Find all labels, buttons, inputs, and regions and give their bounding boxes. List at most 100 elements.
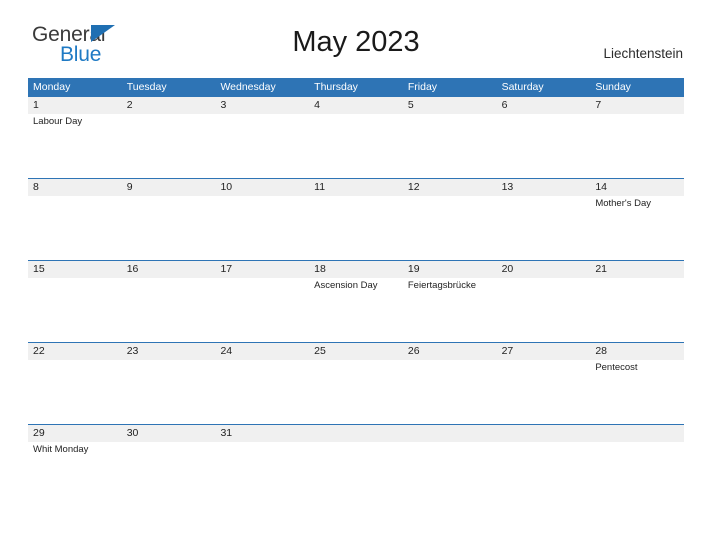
day-cell-empty — [403, 442, 497, 506]
day-cell[interactable]: Labour Day — [28, 114, 122, 178]
day-cell[interactable] — [28, 278, 122, 342]
date-number[interactable]: 18 — [309, 261, 403, 278]
date-number[interactable]: 10 — [215, 179, 309, 196]
weekday-header-saturday: Saturday — [501, 81, 544, 93]
day-cell[interactable] — [122, 114, 216, 178]
week-row: 1 2 3 4 5 6 7 Labour Day — [28, 96, 684, 178]
day-cell[interactable] — [403, 114, 497, 178]
day-cell-empty — [590, 442, 684, 506]
date-number[interactable]: 17 — [215, 261, 309, 278]
day-cell[interactable] — [403, 196, 497, 260]
day-cell[interactable]: Ascension Day — [309, 278, 403, 342]
date-number[interactable]: 22 — [28, 343, 122, 360]
date-number[interactable]: 16 — [122, 261, 216, 278]
date-number[interactable]: 6 — [497, 97, 591, 114]
day-cell[interactable] — [215, 442, 309, 506]
weekday-header-wednesday: Wednesday — [220, 81, 276, 93]
day-cell[interactable]: Pentecost — [590, 360, 684, 424]
date-number-empty — [309, 425, 403, 442]
date-number[interactable]: 15 — [28, 261, 122, 278]
week-row: 15 16 17 18 19 20 21 Ascension Day Feier… — [28, 260, 684, 342]
week-dates-band: 1 2 3 4 5 6 7 — [28, 97, 684, 114]
day-cell[interactable] — [497, 278, 591, 342]
date-number[interactable]: 3 — [215, 97, 309, 114]
event-label: Feiertagsbrücke — [407, 280, 476, 291]
day-cell[interactable] — [215, 196, 309, 260]
day-cell-empty — [497, 442, 591, 506]
week-row: 8 9 10 11 12 13 14 Mother's Day — [28, 178, 684, 260]
week-dates-band: 22 23 24 25 26 27 28 — [28, 343, 684, 360]
event-label: Labour Day — [33, 116, 83, 127]
date-number[interactable]: 28 — [590, 343, 684, 360]
date-number[interactable]: 20 — [497, 261, 591, 278]
weekday-header-row: Monday Tuesday Wednesday Thursday Friday… — [28, 78, 684, 96]
day-cell[interactable] — [122, 278, 216, 342]
day-cell[interactable] — [28, 196, 122, 260]
day-cell[interactable]: Mother's Day — [590, 196, 684, 260]
day-cell[interactable] — [497, 360, 591, 424]
day-cell-empty — [309, 442, 403, 506]
date-number[interactable]: 13 — [497, 179, 591, 196]
date-number[interactable]: 25 — [309, 343, 403, 360]
day-cell[interactable]: Whit Monday — [28, 442, 122, 506]
weekday-header-thursday: Thursday — [314, 81, 358, 93]
date-number[interactable]: 9 — [122, 179, 216, 196]
date-number[interactable]: 27 — [497, 343, 591, 360]
day-cell[interactable] — [590, 114, 684, 178]
week-dates-band: 15 16 17 18 19 20 21 — [28, 261, 684, 278]
date-number[interactable]: 26 — [403, 343, 497, 360]
date-number[interactable]: 30 — [122, 425, 216, 442]
date-number[interactable]: 1 — [28, 97, 122, 114]
date-number-empty — [403, 425, 497, 442]
week-row: 22 23 24 25 26 27 28 Pentecost — [28, 342, 684, 424]
event-label: Pentecost — [595, 362, 638, 373]
weekday-header-friday: Friday — [407, 81, 438, 93]
weekday-header-sunday: Sunday — [595, 81, 631, 93]
date-number[interactable]: 12 — [403, 179, 497, 196]
week-events-band: Ascension Day Feiertagsbrücke — [28, 278, 684, 342]
date-number[interactable]: 14 — [590, 179, 684, 196]
weekday-header-monday: Monday — [33, 81, 71, 93]
day-cell[interactable] — [122, 442, 216, 506]
weekday-header-tuesday: Tuesday — [126, 81, 167, 93]
day-cell[interactable] — [309, 360, 403, 424]
week-events-band: Mother's Day — [28, 196, 684, 260]
date-number[interactable]: 2 — [122, 97, 216, 114]
calendar-grid: Monday Tuesday Wednesday Thursday Friday… — [28, 78, 684, 506]
day-cell[interactable] — [403, 360, 497, 424]
day-cell[interactable] — [122, 196, 216, 260]
date-number[interactable]: 7 — [590, 97, 684, 114]
date-number[interactable]: 23 — [122, 343, 216, 360]
week-events-band: Pentecost — [28, 360, 684, 424]
date-number[interactable]: 31 — [215, 425, 309, 442]
week-events-band: Whit Monday — [28, 442, 684, 506]
week-dates-band: 29 30 31 — [28, 425, 684, 442]
event-label: Whit Monday — [33, 444, 89, 455]
date-number-empty — [497, 425, 591, 442]
date-number[interactable]: 4 — [309, 97, 403, 114]
date-number[interactable]: 5 — [403, 97, 497, 114]
day-cell[interactable] — [309, 114, 403, 178]
day-cell[interactable] — [497, 114, 591, 178]
week-events-band: Labour Day — [28, 114, 684, 178]
day-cell[interactable] — [497, 196, 591, 260]
day-cell[interactable] — [28, 360, 122, 424]
day-cell[interactable] — [215, 360, 309, 424]
day-cell[interactable] — [122, 360, 216, 424]
day-cell[interactable] — [309, 196, 403, 260]
date-number[interactable]: 24 — [215, 343, 309, 360]
date-number[interactable]: 29 — [28, 425, 122, 442]
day-cell[interactable] — [215, 278, 309, 342]
date-number[interactable]: 11 — [309, 179, 403, 196]
page-header: General Blue May 2023 Liechtenstein — [0, 0, 712, 66]
week-dates-band: 8 9 10 11 12 13 14 — [28, 179, 684, 196]
day-cell[interactable] — [590, 278, 684, 342]
event-label: Mother's Day — [595, 198, 651, 209]
day-cell[interactable]: Feiertagsbrücke — [403, 278, 497, 342]
week-row: 29 30 31 Whit Monday — [28, 424, 684, 506]
date-number[interactable]: 19 — [403, 261, 497, 278]
date-number[interactable]: 21 — [590, 261, 684, 278]
date-number[interactable]: 8 — [28, 179, 122, 196]
event-label: Ascension Day — [314, 280, 378, 291]
day-cell[interactable] — [215, 114, 309, 178]
